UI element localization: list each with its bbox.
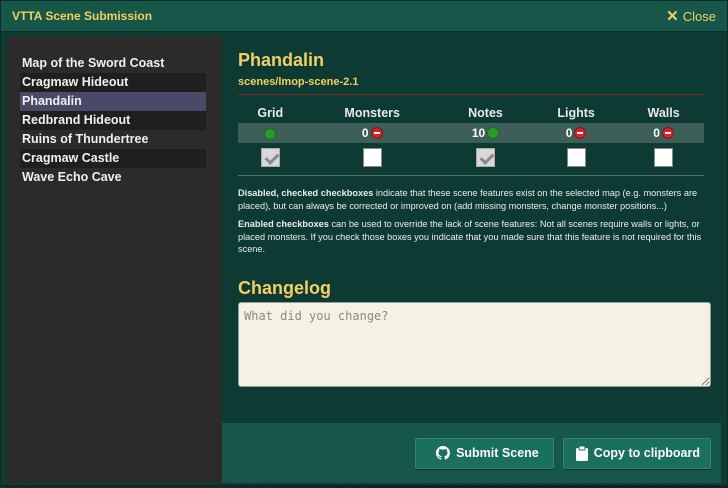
github-icon: [436, 446, 451, 460]
walls-checkbox[interactable]: [654, 147, 674, 167]
walls-count: 0: [653, 126, 660, 141]
status-walls: 0: [623, 123, 704, 143]
scene-list-item[interactable]: Wave Echo Cave: [20, 168, 206, 187]
scene-path: scenes/lmop-scene-2.1: [238, 74, 705, 95]
scene-list-item[interactable]: Redbrand Hideout: [20, 111, 206, 130]
scene-details: Phandalin scenes/lmop-scene-2.1 Grid Mon…: [222, 36, 721, 423]
minus-circle-icon: [661, 127, 674, 140]
scene-list: Map of the Sword Coast Cragmaw Hideout P…: [7, 36, 222, 483]
scene-list-item[interactable]: Cragmaw Hideout: [20, 73, 206, 92]
notes-count: 10: [471, 126, 486, 141]
minus-circle-icon: [574, 127, 587, 140]
close-label: Close: [682, 8, 716, 24]
scene-list-item[interactable]: Cragmaw Castle: [20, 149, 206, 168]
header-walls: Walls: [647, 106, 680, 120]
monsters-count: 0: [361, 126, 369, 141]
feature-header-row: Grid Monsters Notes Lights Walls: [238, 103, 704, 123]
header-notes: Notes: [468, 106, 503, 120]
submit-scene-label: Submit Scene: [456, 446, 539, 460]
scene-list-item-selected[interactable]: Phandalin: [20, 92, 206, 111]
notes-checkbox: [476, 147, 496, 167]
clipboard-icon: [575, 445, 588, 461]
close-button[interactable]: ✕ Close: [666, 9, 716, 24]
header-monsters: Monsters: [344, 106, 400, 120]
minus-circle-icon: [370, 127, 383, 140]
submit-scene-button[interactable]: Submit Scene: [415, 437, 554, 469]
lights-checkbox[interactable]: [566, 147, 586, 167]
scene-list-item[interactable]: Map of the Sword Coast: [20, 54, 206, 73]
dialog-footer: Submit Scene Copy to clipboard: [222, 423, 721, 483]
submission-dialog: VTTA Scene Submission ✕ Close Map of the…: [0, 0, 728, 486]
help-text-disabled: Disabled, checked checkboxes indicate th…: [238, 187, 708, 212]
changelog-title: Changelog: [238, 277, 331, 298]
dialog-title: VTTA Scene Submission: [12, 9, 153, 23]
divider: [238, 175, 704, 176]
lights-count: 0: [565, 126, 573, 141]
status-lights: 0: [529, 123, 624, 143]
header-grid: Grid: [257, 106, 284, 120]
feature-checkbox-row: [238, 143, 704, 171]
status-grid: [238, 123, 303, 143]
changelog-input[interactable]: [238, 301, 711, 387]
monsters-checkbox[interactable]: [362, 147, 382, 167]
header-lights: Lights: [557, 106, 595, 120]
help-bold-enabled: Enabled checkboxes: [238, 219, 329, 229]
feature-table: Grid Monsters Notes Lights Walls 0 10 0: [238, 103, 704, 171]
grid-checkbox: [260, 147, 280, 167]
help-bold-disabled: Disabled, checked checkboxes: [238, 188, 374, 198]
check-circle-icon: [264, 127, 277, 140]
status-notes: 10: [441, 123, 530, 143]
check-circle-icon: [487, 127, 500, 140]
feature-status-row: 0 10 0 0: [238, 123, 704, 143]
scene-title: Phandalin: [238, 50, 325, 70]
status-monsters: 0: [302, 123, 442, 143]
copy-to-clipboard-label: Copy to clipboard: [593, 446, 700, 460]
close-icon: ✕: [666, 7, 679, 25]
help-text-enabled: Enabled checkboxes can be used to overri…: [238, 218, 708, 256]
dialog-titlebar[interactable]: VTTA Scene Submission ✕ Close: [1, 1, 727, 32]
copy-to-clipboard-button[interactable]: Copy to clipboard: [562, 437, 711, 469]
scene-list-item[interactable]: Ruins of Thundertree: [20, 130, 206, 149]
